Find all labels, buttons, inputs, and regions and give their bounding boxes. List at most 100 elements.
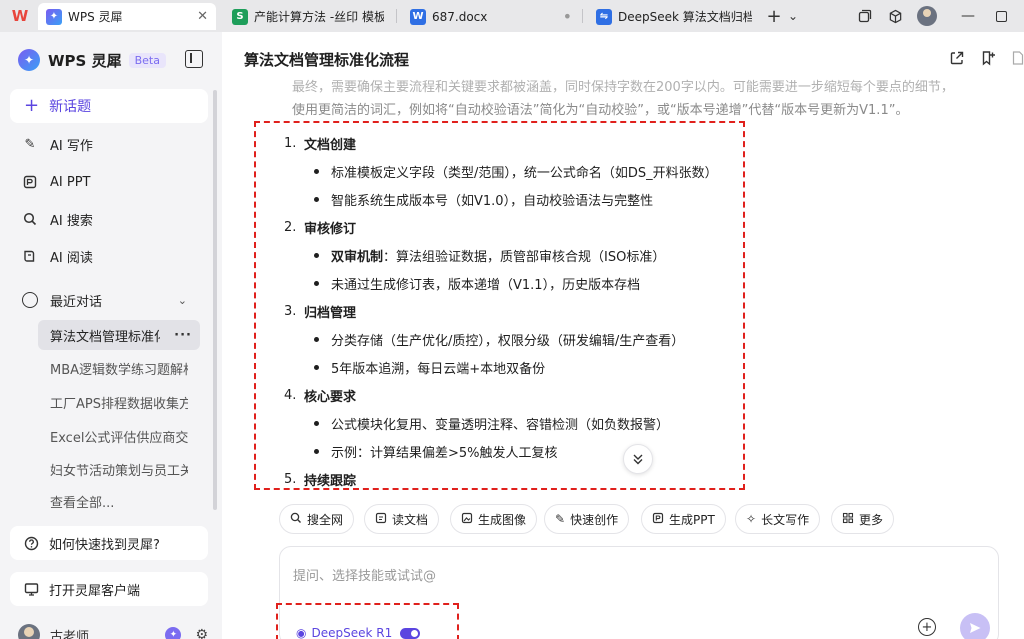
chip-read-doc[interactable]: 读文档: [364, 504, 440, 534]
reasoning-text: 最终，需要确保主要流程和关键要求都被涵盖，同时保持字数在200字以内。可能需要进…: [292, 76, 1007, 122]
send-button[interactable]: [960, 613, 990, 639]
user-avatar[interactable]: [916, 5, 938, 27]
chip-long-write[interactable]: ✧ 长文写作: [735, 504, 821, 534]
more-options-icon[interactable]: ···: [174, 328, 192, 343]
sidebar-item-label: AI 写作: [50, 138, 93, 154]
gear-icon[interactable]: ⚙: [195, 627, 208, 639]
chat-main: 算法文档管理标准化流程 最终，需要确保主要流程和关键要求都被涵盖，同时保持字数在…: [222, 32, 1024, 639]
book-icon: [22, 248, 38, 264]
chat-input-placeholder[interactable]: 提问、选择技能或试试@: [293, 565, 436, 584]
recent-chats-header[interactable]: 最近对话 ⌄: [22, 289, 187, 311]
open-client-button[interactable]: 打开灵犀客户端: [10, 572, 208, 606]
recent-chat-item[interactable]: Excel公式评估供应商交付: [38, 421, 200, 451]
pen-icon: ✎: [24, 136, 36, 152]
scroll-down-button[interactable]: [623, 444, 653, 474]
maximize-button[interactable]: [993, 5, 1009, 27]
tab-deepseek-doc[interactable]: ⇋ DeepSeek 算法文档归档流程: [588, 3, 760, 30]
wps-logo-icon[interactable]: W: [11, 7, 29, 25]
tab-wps-lingxi[interactable]: ✦ WPS 灵犀 ✕: [38, 3, 216, 30]
reasoning-line: 最终，需要确保主要流程和关键要求都被涵盖，同时保持字数在200字以内。可能需要进…: [292, 80, 954, 95]
recent-chat-title: 算法文档管理标准化流程: [50, 329, 160, 345]
more-grid-icon: [842, 512, 854, 527]
sidebar: ✦ WPS 灵犀 Beta + 新话题 ✎ AI 写作 AI PPT AI 搜索…: [0, 32, 222, 639]
deepseek-doc-icon: ⇋: [596, 8, 612, 25]
new-chat-button[interactable]: + 新话题: [10, 89, 208, 123]
chip-ppt-gen[interactable]: 生成PPT: [641, 504, 726, 534]
chip-web-search[interactable]: 搜全网: [279, 504, 355, 534]
browser-tab-bar: W ✦ WPS 灵犀 ✕ S 产能计算方法 -丝印 模板.xlsx W 687.…: [0, 0, 1024, 32]
chip-quick-create[interactable]: ✎ 快速创作: [544, 504, 630, 534]
chip-more[interactable]: 更多: [831, 504, 895, 534]
reasoning-line: 使用更简洁的词汇，例如将“自动校验语法”简化为“自动校验”，或“版本号递增”代替…: [292, 103, 909, 118]
plus-icon: +: [24, 95, 40, 116]
tab-word-doc[interactable]: W 687.docx •: [402, 3, 580, 30]
web-search-icon: [290, 512, 302, 527]
sidebar-item-label: AI 搜索: [50, 213, 93, 229]
tab-spreadsheet[interactable]: S 产能计算方法 -丝印 模板.xlsx: [224, 3, 392, 30]
beta-badge: Beta: [128, 52, 166, 68]
help-find-lingxi-button[interactable]: 如何快速找到灵犀?: [10, 526, 208, 560]
sidebar-scrollbar[interactable]: [213, 90, 217, 510]
recent-chat-item[interactable]: MBA逻辑数学练习题解析: [38, 353, 200, 383]
chip-label: 生成图像: [478, 512, 527, 527]
lingxi-badge-icon[interactable]: ✦: [165, 627, 182, 639]
cube-icon[interactable]: [886, 5, 904, 27]
help-label: 如何快速找到灵犀?: [49, 537, 160, 553]
recent-chat-title: MBA逻辑数学练习题解析: [50, 362, 188, 378]
sidebar-item-ai-writing[interactable]: ✎ AI 写作: [22, 133, 93, 155]
sidebar-item-ai-reading[interactable]: AI 阅读: [22, 245, 93, 267]
user-profile-row[interactable]: 古老师 ✦ ⚙: [18, 623, 208, 639]
highlight-annotation-box: [254, 121, 745, 490]
see-all-link[interactable]: 查看全部...: [50, 492, 114, 511]
chip-label: 长文写作: [761, 512, 810, 527]
bookmark-add-icon[interactable]: [980, 50, 996, 66]
tab-divider: [582, 9, 583, 23]
wps-lingxi-icon: ✦: [46, 8, 62, 25]
user-name: 古老师: [50, 629, 90, 639]
add-attachment-button[interactable]: +: [918, 618, 936, 636]
page-title: 算法文档管理标准化流程: [244, 51, 410, 69]
sidebar-item-ai-search[interactable]: AI 搜索: [22, 208, 93, 230]
share-icon[interactable]: [949, 50, 965, 66]
monitor-icon: [23, 581, 39, 597]
recent-chat-title: Excel公式评估供应商交付: [50, 430, 188, 446]
new-chat-label: 新话题: [49, 99, 92, 115]
window-restore-icon[interactable]: [856, 5, 874, 27]
brand-name: WPS 灵犀: [48, 51, 122, 70]
lingxi-logo-icon: ✦: [18, 49, 40, 71]
tab-label: 687.docx: [432, 9, 488, 24]
ppt-icon: [22, 174, 38, 190]
sidebar-item-label: AI PPT: [50, 174, 91, 190]
chip-label: 生成PPT: [669, 512, 715, 527]
new-tab-button[interactable]: +: [766, 5, 782, 27]
chip-label: 搜全网: [307, 512, 344, 527]
sidebar-item-label: AI 阅读: [50, 250, 93, 266]
image-gen-icon: [461, 512, 473, 527]
chevron-down-icon[interactable]: ⌄: [178, 294, 187, 307]
highlight-annotation-box: [276, 603, 459, 639]
recent-chat-item[interactable]: 算法文档管理标准化流程 ···: [38, 320, 200, 350]
document-icon[interactable]: [1010, 50, 1024, 66]
tab-divider: [396, 9, 397, 23]
chip-label: 读文档: [392, 512, 429, 527]
avatar[interactable]: [18, 624, 40, 639]
recent-chats-title: 最近对话: [50, 294, 103, 310]
tab-label: DeepSeek 算法文档归档流程: [618, 10, 752, 24]
clock-icon: [22, 292, 38, 308]
recent-chat-item[interactable]: 工厂APS排程数据收集方案: [38, 387, 200, 417]
chip-label: 更多: [859, 512, 884, 527]
chip-image-gen[interactable]: 生成图像: [450, 504, 538, 534]
ppt-gen-icon: [652, 512, 664, 527]
sidebar-item-ai-ppt[interactable]: AI PPT: [22, 171, 90, 193]
minimize-button[interactable]: —: [960, 5, 976, 27]
unsaved-dot-icon[interactable]: •: [563, 7, 572, 26]
recent-chat-title: 妇女节活动策划与员工关怀: [50, 463, 188, 479]
recent-chat-title: 工厂APS排程数据收集方案: [50, 396, 188, 412]
sidebar-collapse-icon[interactable]: [185, 50, 203, 68]
chevron-down-icon[interactable]: ⌄: [787, 5, 799, 27]
read-doc-icon: [375, 512, 387, 527]
recent-chat-item[interactable]: 妇女节活动策划与员工关怀: [38, 454, 200, 484]
close-icon[interactable]: ✕: [197, 9, 208, 24]
long-write-icon: ✧: [746, 512, 757, 526]
tab-label: WPS 灵犀: [68, 10, 123, 24]
